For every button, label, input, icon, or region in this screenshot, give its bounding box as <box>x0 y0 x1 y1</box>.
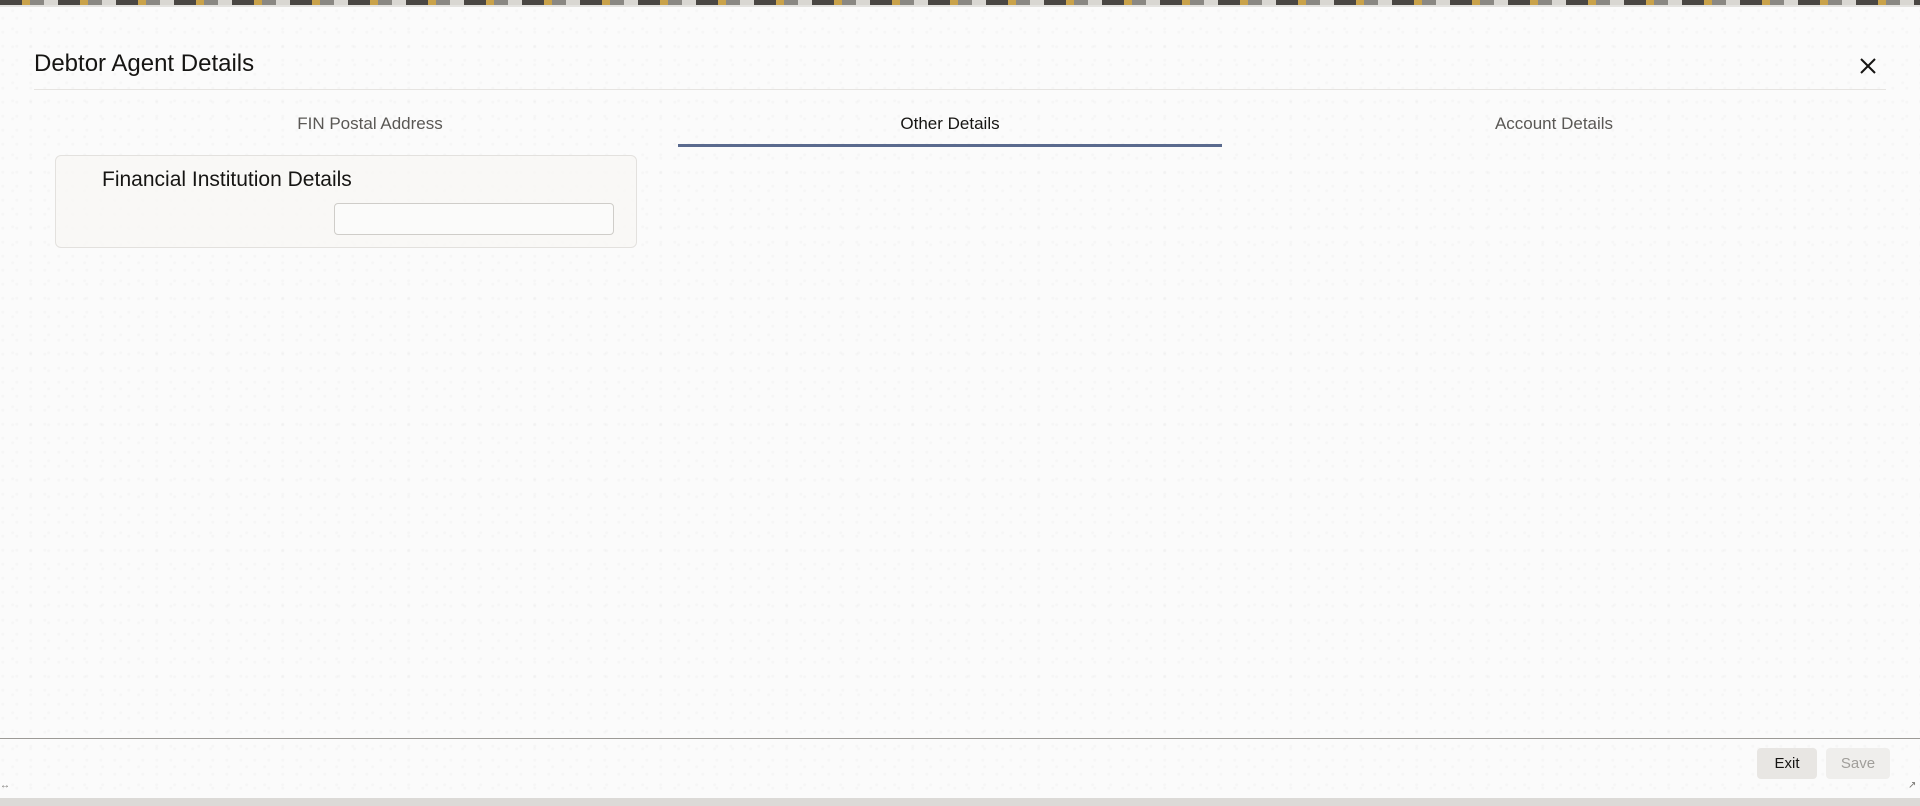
tab-fin-postal-address[interactable]: FIN Postal Address <box>34 104 706 144</box>
tab-bar: FIN Postal Address Other Details Account… <box>34 104 1886 147</box>
header-strip-border <box>0 5 1920 7</box>
panel-title: Financial Institution Details <box>102 168 352 191</box>
exit-button[interactable]: Exit <box>1757 748 1817 779</box>
save-button[interactable]: Save <box>1826 748 1890 779</box>
window-bottom-border <box>0 798 1920 806</box>
dialog-title: Debtor Agent Details <box>34 50 255 77</box>
lei-input[interactable] <box>334 203 614 235</box>
close-button[interactable] <box>1852 50 1884 82</box>
resize-handle-right-icon[interactable]: ↗ <box>1908 780 1916 791</box>
resize-handle-left-icon[interactable]: ↔ <box>0 780 10 791</box>
financial-institution-details-panel: Financial Institution Details LEI <box>55 155 637 248</box>
title-divider <box>34 89 1886 90</box>
tab-other-details[interactable]: Other Details <box>678 104 1222 147</box>
footer-divider <box>0 738 1920 739</box>
tab-account-details[interactable]: Account Details <box>1222 104 1886 144</box>
close-icon <box>1860 58 1876 74</box>
